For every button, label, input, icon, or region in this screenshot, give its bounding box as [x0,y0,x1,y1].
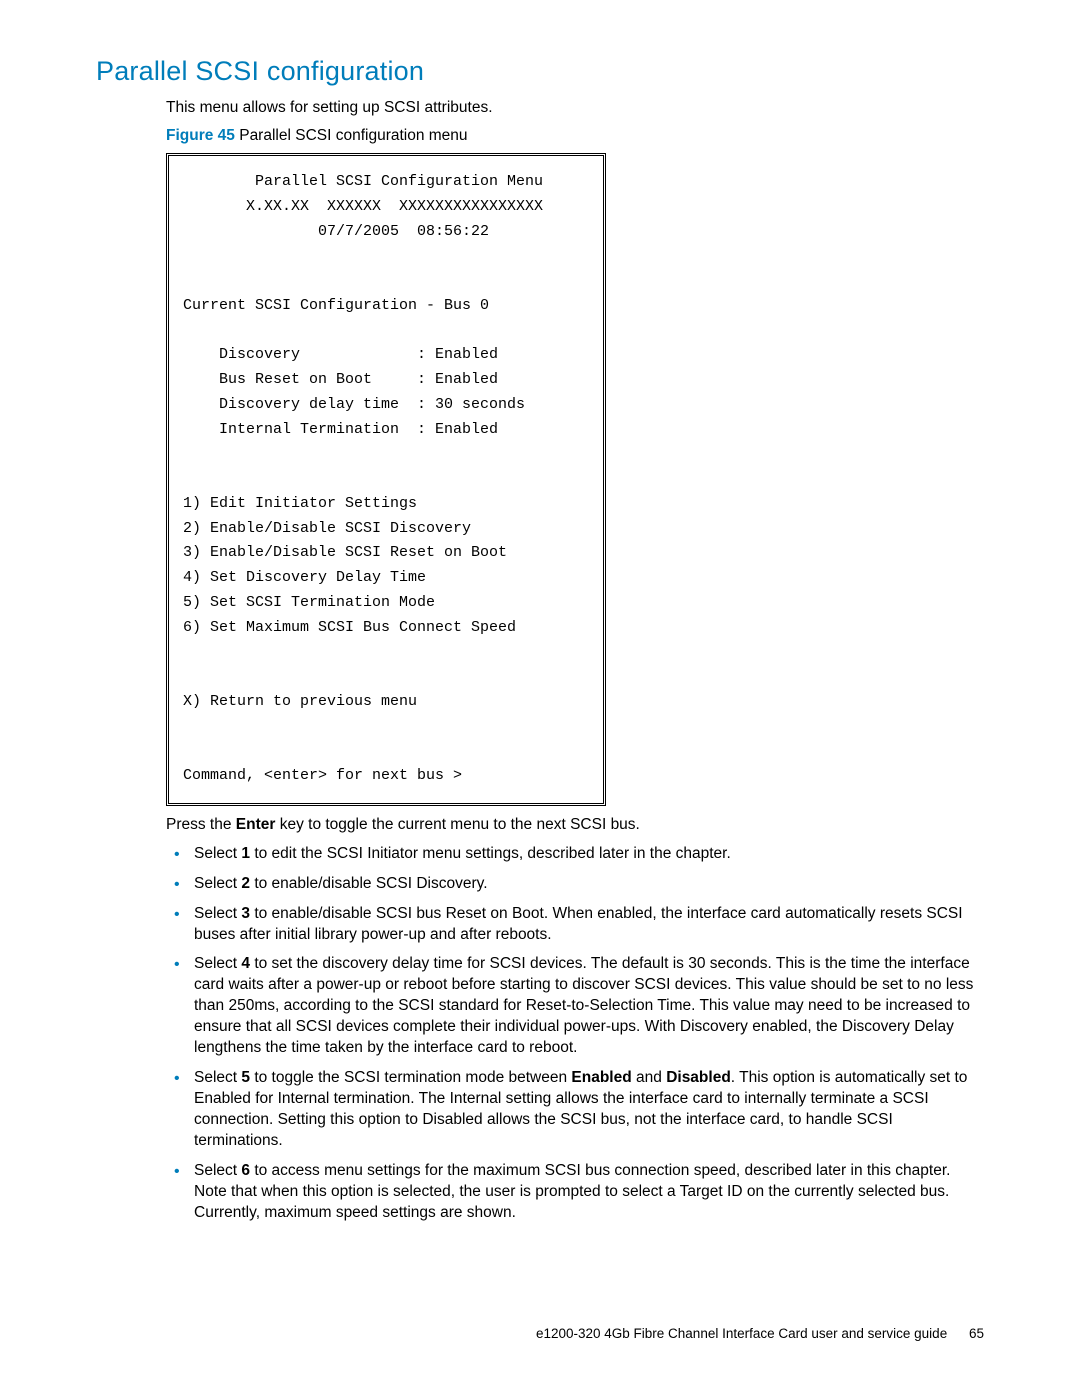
terminal-line: Discovery delay time : 30 seconds [183,396,525,413]
list-item: Select 4 to set the discovery delay time… [166,954,984,1059]
figure-title: Parallel SCSI configuration menu [235,127,468,144]
list-item: Select 5 to toggle the SCSI termination … [166,1068,984,1152]
option-number: 6 [241,1162,250,1179]
terminal-line: X) Return to previous menu [183,693,417,710]
option-number: 2 [241,875,250,892]
terminal-output: Parallel SCSI Configuration Menu X.XX.XX… [166,153,606,806]
text: to enable/disable SCSI bus Reset on Boot… [194,905,963,943]
terminal-line: Discovery : Enabled [183,346,498,363]
enter-key-label: Enter [236,816,276,833]
text: and [632,1069,666,1086]
text: to set the discovery delay time for SCSI… [194,955,973,1056]
terminal-line: Command, <enter> for next bus > [183,767,462,784]
text: Select [194,1069,241,1086]
terminal-line: Internal Termination : Enabled [183,421,498,438]
list-item: Select 1 to edit the SCSI Initiator menu… [166,844,984,865]
page-footer: e1200-320 4Gb Fibre Channel Interface Ca… [536,1326,984,1341]
intro-paragraph: This menu allows for setting up SCSI att… [166,99,984,117]
text: to enable/disable SCSI Discovery. [250,875,488,892]
terminal-line: Bus Reset on Boot : Enabled [183,371,498,388]
text: Press the [166,816,236,833]
content-block: This menu allows for setting up SCSI att… [166,99,984,1224]
list-item: Select 6 to access menu settings for the… [166,1161,984,1224]
page-number: 65 [969,1326,984,1341]
terminal-line: Parallel SCSI Configuration Menu [183,173,543,190]
option-number: 3 [241,905,250,922]
footer-title: e1200-320 4Gb Fibre Channel Interface Ca… [536,1326,947,1341]
list-item: Select 2 to enable/disable SCSI Discover… [166,874,984,895]
figure-caption: Figure 45 Parallel SCSI configuration me… [166,127,984,145]
text: Select [194,955,241,972]
figure-number: Figure 45 [166,127,235,144]
enabled-label: Enabled [571,1069,631,1086]
disabled-label: Disabled [666,1069,731,1086]
post-box-paragraph: Press the Enter key to toggle the curren… [166,816,984,834]
terminal-line: 4) Set Discovery Delay Time [183,569,426,586]
terminal-line: 2) Enable/Disable SCSI Discovery [183,520,471,537]
terminal-line: 5) Set SCSI Termination Mode [183,594,435,611]
option-number: 1 [241,845,250,862]
terminal-line: Current SCSI Configuration - Bus 0 [183,297,489,314]
text: Select [194,845,241,862]
text: to toggle the SCSI termination mode betw… [250,1069,571,1086]
text: Select [194,875,241,892]
text: to access menu settings for the maximum … [194,1162,950,1221]
terminal-line: 6) Set Maximum SCSI Bus Connect Speed [183,619,516,636]
terminal-line: 07/7/2005 08:56:22 [183,223,489,240]
document-page: Parallel SCSI configuration This menu al… [0,0,1080,1397]
text: Select [194,1162,241,1179]
list-item: Select 3 to enable/disable SCSI bus Rese… [166,904,984,946]
terminal-line: 1) Edit Initiator Settings [183,495,417,512]
text: Select [194,905,241,922]
text: key to toggle the current menu to the ne… [275,816,639,833]
bullet-list: Select 1 to edit the SCSI Initiator menu… [166,844,984,1224]
section-heading: Parallel SCSI configuration [96,56,984,87]
option-number: 5 [241,1069,250,1086]
text: to edit the SCSI Initiator menu settings… [250,845,731,862]
terminal-line: 3) Enable/Disable SCSI Reset on Boot [183,544,507,561]
option-number: 4 [241,955,250,972]
terminal-line: X.XX.XX XXXXXX XXXXXXXXXXXXXXXX [183,198,543,215]
